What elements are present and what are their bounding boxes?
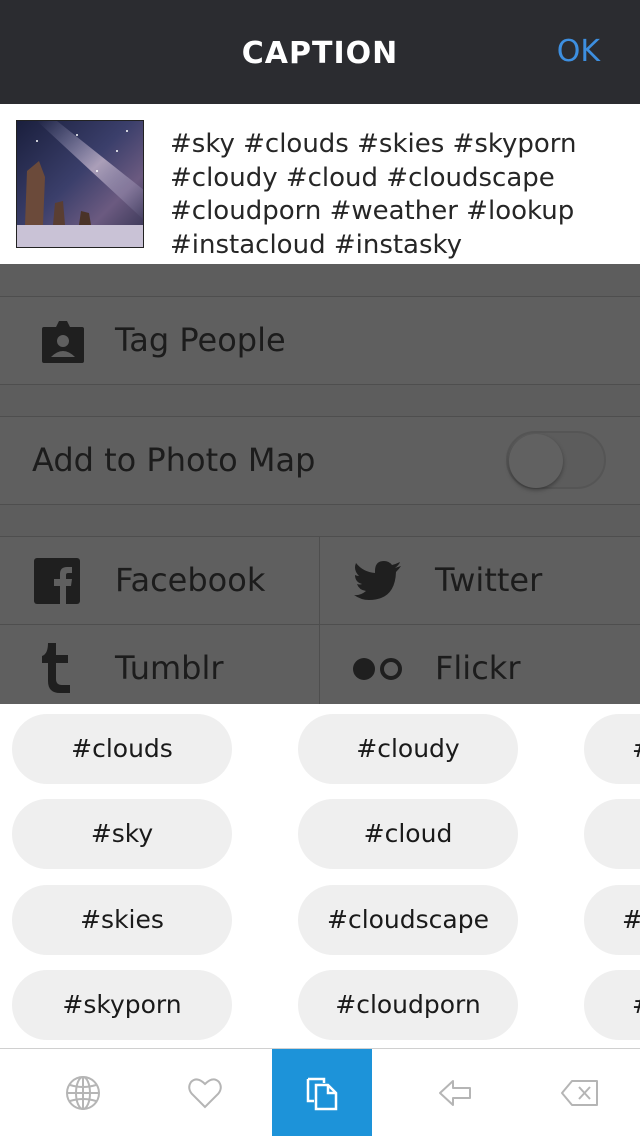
- globe-button[interactable]: [33, 1049, 133, 1136]
- photo-thumbnail: [16, 120, 144, 248]
- flickr-share[interactable]: Flickr: [320, 625, 640, 704]
- facebook-label: Facebook: [115, 561, 266, 599]
- hashtag-chip[interactable]: #cloudy: [298, 714, 518, 784]
- facebook-share[interactable]: Facebook: [0, 537, 319, 625]
- heart-icon: [188, 1078, 222, 1109]
- share-row-1: Facebook Twitter: [0, 536, 640, 625]
- caption-line: #cloudy #cloud #cloudscape: [170, 162, 555, 193]
- copy-icon: [306, 1077, 338, 1111]
- share-options-overlay: Tag People Add to Photo Map Facebook Twi…: [0, 264, 640, 704]
- hashtag-chip[interactable]: #cloud: [298, 799, 518, 869]
- hashtag-chip[interactable]: #cloudporn: [298, 970, 518, 1040]
- caption-line: #instacloud #instasky: [170, 229, 463, 260]
- hashtag-chip[interactable]: #: [584, 714, 640, 784]
- page-title: CAPTION: [241, 36, 399, 71]
- hashtags-button[interactable]: [272, 1049, 372, 1136]
- caption-area: #sky #clouds #skies #skyporn #cloudy #cl…: [0, 104, 640, 264]
- globe-icon: [66, 1076, 100, 1110]
- photo-map-row: Add to Photo Map: [0, 416, 640, 505]
- hashtag-chip[interactable]: #sky: [12, 799, 232, 869]
- back-arrow-icon: [439, 1080, 471, 1106]
- tumblr-icon: [42, 643, 70, 693]
- delete-button[interactable]: [528, 1049, 628, 1136]
- twitter-share[interactable]: Twitter: [320, 537, 640, 625]
- hashtag-chip[interactable]: #: [584, 970, 640, 1040]
- night-sky-image: [17, 121, 143, 247]
- flickr-icon: [353, 658, 402, 680]
- caption-line: #cloudporn #weather #lookup: [170, 196, 575, 226]
- hashtag-chip[interactable]: #clouds: [12, 714, 232, 784]
- twitter-icon: [354, 561, 401, 600]
- share-row-2: Tumblr Flickr: [0, 624, 640, 704]
- hashtag-chip[interactable]: #cloudscape: [298, 885, 518, 955]
- flickr-label: Flickr: [435, 649, 521, 687]
- tumblr-label: Tumblr: [115, 649, 224, 687]
- back-button[interactable]: [405, 1049, 505, 1136]
- ok-button[interactable]: OK: [557, 34, 600, 69]
- hashtag-suggestions: #clouds #cloudy # #sky #cloud #skies #cl…: [0, 704, 640, 1048]
- hashtag-chip[interactable]: #: [584, 885, 640, 955]
- caption-line: #sky #clouds #skies #skyporn: [170, 129, 577, 159]
- photo-map-toggle[interactable]: [506, 431, 606, 489]
- facebook-icon: [34, 558, 80, 604]
- toggle-knob: [509, 434, 563, 488]
- tag-people-row[interactable]: Tag People: [0, 296, 640, 385]
- caption-text[interactable]: #sky #clouds #skies #skyporn #cloudy #cl…: [170, 128, 630, 262]
- hashtag-chip[interactable]: [584, 799, 640, 869]
- keyboard-toolbar: [0, 1048, 640, 1136]
- tumblr-share[interactable]: Tumblr: [0, 625, 319, 704]
- nav-bar: CAPTION OK: [0, 0, 640, 104]
- hashtag-chip[interactable]: #skyporn: [12, 970, 232, 1040]
- person-tag-icon: [42, 321, 84, 363]
- photo-map-label: Add to Photo Map: [32, 441, 316, 479]
- favorites-button[interactable]: [155, 1049, 255, 1136]
- delete-icon: [561, 1080, 598, 1106]
- hashtag-chip[interactable]: #skies: [12, 885, 232, 955]
- twitter-label: Twitter: [435, 561, 543, 599]
- tag-people-label: Tag People: [115, 321, 286, 359]
